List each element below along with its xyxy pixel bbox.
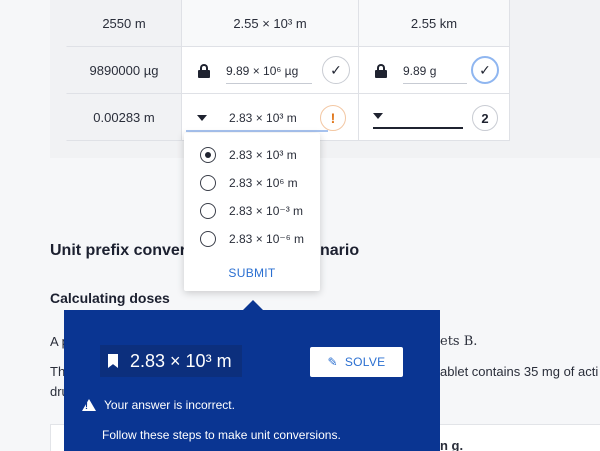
warning-icon: ! <box>320 105 346 131</box>
converted-dropdown[interactable]: 2 <box>359 94 510 141</box>
section-heading-tail: nario <box>320 242 360 259</box>
locked-answer: 9.89 × 10⁶ µg <box>226 58 312 84</box>
warning-triangle-mark: ! <box>85 401 88 411</box>
given-value: 2550 m <box>66 0 182 47</box>
correct-check-icon: ✓ <box>471 56 499 84</box>
option-item[interactable]: 2.83 × 10³ m <box>200 145 297 165</box>
scientific-notation-cell: 9.89 × 10⁶ µg ✓ <box>182 47 359 94</box>
paragraph-fragment: Th <box>50 364 66 379</box>
submit-button[interactable]: SUBMIT <box>184 266 320 280</box>
lock-icon <box>198 64 210 78</box>
paragraph-fragment: ablet contains 35 mg of acti <box>440 364 599 379</box>
paragraph-fragment: n g. <box>440 438 464 451</box>
submitted-answer: 2.83 × 10³ m <box>130 350 232 371</box>
radio-unselected[interactable] <box>200 203 216 219</box>
paragraph-fragment: ets B. <box>440 334 478 349</box>
solve-label: SOLVE <box>344 355 386 369</box>
dropdown-underline <box>373 127 463 129</box>
feedback-panel: 2.83 × 10³ m ✎ SOLVE Your answer is inco… <box>64 310 440 451</box>
given-value: 9890000 µg <box>66 47 182 94</box>
incorrect-message: Your answer is incorrect. <box>82 398 235 412</box>
radio-unselected[interactable] <box>200 175 216 191</box>
option-item[interactable]: 2.83 × 10⁶ m <box>200 173 298 193</box>
focus-underline <box>186 130 328 132</box>
answer-options-popup: 2.83 × 10³ m 2.83 × 10⁶ m 2.83 × 10⁻³ m … <box>184 133 320 291</box>
submitted-answer-chip: 2.83 × 10³ m <box>100 345 242 377</box>
given-value: 0.00283 m <box>66 94 182 141</box>
magic-wand-icon: ✎ <box>327 355 338 369</box>
solve-button[interactable]: ✎ SOLVE <box>310 347 403 377</box>
option-label: 2.83 × 10⁶ m <box>229 176 298 190</box>
subheading: Calculating doses <box>50 290 170 306</box>
caret-down-icon <box>197 115 207 121</box>
attempts-remaining-badge: 2 <box>472 105 498 131</box>
scientific-notation-value: 2.55 × 10³ m <box>182 0 359 47</box>
panel-pointer <box>243 300 263 310</box>
option-label: 2.83 × 10⁻⁶ m <box>229 232 304 246</box>
incorrect-text: Your answer is incorrect. <box>104 398 235 412</box>
lock-icon <box>375 64 387 78</box>
option-item[interactable]: 2.83 × 10⁻³ m <box>200 201 303 221</box>
instruction-text: Follow these steps to make unit conversi… <box>102 428 341 442</box>
option-label: 2.83 × 10³ m <box>229 148 297 162</box>
converted-value: 2.55 km <box>359 0 510 47</box>
table-row: 2550 m 2.55 × 10³ m 2.55 km <box>66 0 510 47</box>
table-row: 9890000 µg 9.89 × 10⁶ µg ✓ 9.89 g ✓ <box>66 47 510 94</box>
bookmark-icon <box>108 354 118 368</box>
option-label: 2.83 × 10⁻³ m <box>229 204 304 218</box>
correct-check-icon: ✓ <box>322 56 350 84</box>
radio-unselected[interactable] <box>200 231 216 247</box>
caret-down-icon <box>373 113 383 119</box>
locked-answer: 9.89 g <box>403 58 467 84</box>
option-item[interactable]: 2.83 × 10⁻⁶ m <box>200 229 304 249</box>
dropdown-selected-value[interactable]: 2.83 × 10³ m <box>229 111 297 125</box>
converted-cell: 9.89 g ✓ <box>359 47 510 94</box>
radio-selected[interactable] <box>200 147 216 163</box>
section-heading: Unit prefix conver <box>50 242 187 259</box>
